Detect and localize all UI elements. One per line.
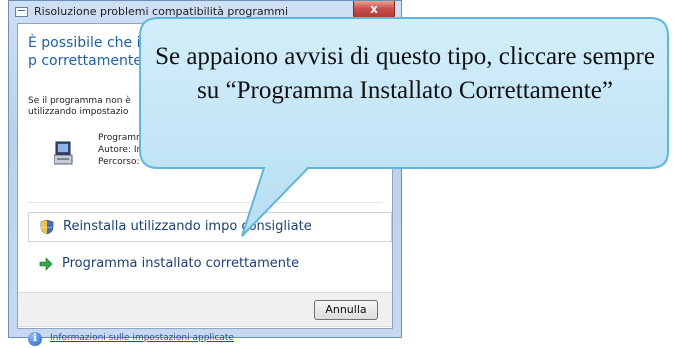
callout-text: Se appaiono avvisi di questo tipo, clicc… xyxy=(155,43,655,104)
